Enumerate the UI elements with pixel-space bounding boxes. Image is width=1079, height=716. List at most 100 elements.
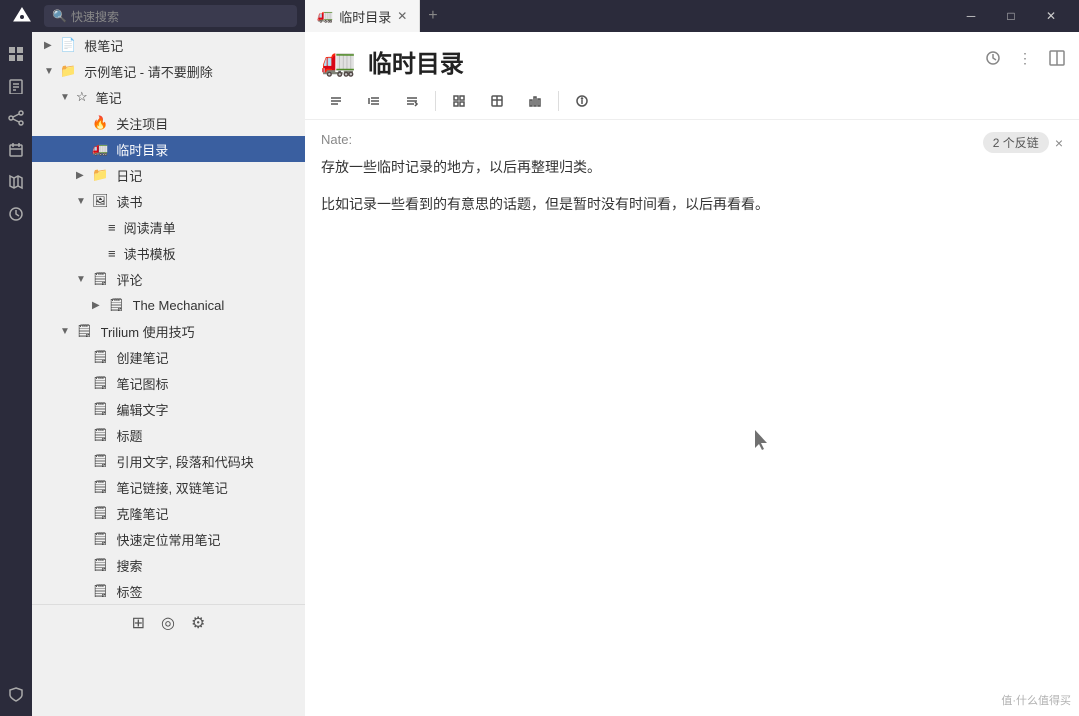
note-content[interactable]: 2 个反链 × Nate: 存放一些临时记录的地方，以后再整理归类。 比如记录一… <box>305 120 1079 716</box>
circle-icon[interactable]: ◎ <box>161 613 175 633</box>
sidebar-item-edittext[interactable]: 🗒 编辑文字 <box>32 396 305 422</box>
header-right-icons: ⋮ <box>979 32 1071 72</box>
tree-item-label: 笔记 <box>96 88 122 107</box>
tab-close-button[interactable]: ✕ <box>397 9 407 23</box>
tree-item-label: 创建笔记 <box>117 348 169 367</box>
tree-item-label: 标题 <box>117 426 143 445</box>
node-type-icon: 🚛 <box>92 141 108 157</box>
app-logo[interactable] <box>8 2 36 30</box>
node-type-icon: 🗒 <box>108 297 125 313</box>
tree-item-label: 笔记链接, 双链笔记 <box>117 478 228 497</box>
sidebar-item-temp[interactable]: 🚛 临时目录 <box>32 136 305 162</box>
tree-chevron: ▶ <box>44 40 56 51</box>
sidebar-item-root[interactable]: ▶ 📄 根笔记 <box>32 32 305 58</box>
node-type-icon: 🗒 <box>92 271 109 287</box>
sidebar-item-mechanical[interactable]: ▶ 🗒 The Mechanical <box>32 292 305 318</box>
tree-sidebar: ▶ 📄 根笔记 ▼ 📁 示例笔记 - 请不要删除 ▼ ☆ 笔记 🔥 关注项目 🚛… <box>32 32 305 716</box>
layers-icon[interactable]: ⊞ <box>132 613 145 633</box>
toolbar-btn-table[interactable] <box>482 87 512 115</box>
minimize-button[interactable]: ─ <box>951 0 991 32</box>
nav-home[interactable] <box>2 40 30 68</box>
close-button[interactable]: ✕ <box>1031 0 1071 32</box>
backlinks-close-button[interactable]: × <box>1055 135 1063 151</box>
note-body-line1: 存放一些临时记录的地方，以后再整理归类。 <box>321 155 1063 180</box>
search-box[interactable]: 🔍 快速搜索 <box>44 5 297 27</box>
search-icon: 🔍 <box>52 9 67 23</box>
sidebar-item-review[interactable]: ▼ 🗒 评论 <box>32 266 305 292</box>
tree-item-label: 阅读清单 <box>124 218 176 237</box>
nav-calendar[interactable] <box>2 136 30 164</box>
window-controls: ─ □ ✕ <box>943 0 1079 32</box>
sidebar-item-trilium[interactable]: ▼ 🗒 Trilium 使用技巧 <box>32 318 305 344</box>
sidebar-item-focus[interactable]: 🔥 关注项目 <box>32 110 305 136</box>
node-type-icon: 🔥 <box>92 115 108 131</box>
toolbar-btn-format[interactable] <box>444 87 474 115</box>
tree-item-label: 评论 <box>117 270 143 289</box>
tab-add-button[interactable]: + <box>420 7 445 25</box>
note-area: 🚛 临时目录 ⋮ <box>305 32 1079 716</box>
sidebar-item-reading[interactable]: ▼ 🖼 读书 <box>32 188 305 214</box>
nav-notes[interactable] <box>2 72 30 100</box>
node-type-icon: ≡ <box>108 246 116 261</box>
toolbar-btn-info[interactable] <box>567 87 597 115</box>
sidebar-item-readlist[interactable]: ≡ 阅读清单 <box>32 214 305 240</box>
cursor-indicator <box>755 430 771 452</box>
nav-history[interactable] <box>2 200 30 228</box>
tree-item-label: Trilium 使用技巧 <box>101 322 195 341</box>
node-type-icon: 🗒 <box>92 583 109 599</box>
node-type-icon: 🗒 <box>92 349 109 365</box>
sidebar-item-locate[interactable]: 🗒 快速定位常用笔记 <box>32 526 305 552</box>
tree-item-label: 克隆笔记 <box>117 504 169 523</box>
sidebar-item-links[interactable]: 🗒 笔记链接, 双链笔记 <box>32 474 305 500</box>
search-placeholder: 快速搜索 <box>71 8 119 25</box>
toolbar-btn-2[interactable] <box>359 87 389 115</box>
history-button[interactable] <box>979 44 1007 72</box>
nav-shield[interactable] <box>2 680 30 708</box>
toolbar-btn-chart[interactable] <box>520 87 550 115</box>
note-title: 临时目录 <box>368 44 464 79</box>
sidebar-item-quote[interactable]: 🗒 引用文字, 段落和代码块 <box>32 448 305 474</box>
node-type-icon: ≡ <box>108 220 116 235</box>
node-type-icon: 🗒 <box>92 453 109 469</box>
tree-item-label: 根笔记 <box>84 36 123 55</box>
sidebar-item-example[interactable]: ▼ 📁 示例笔记 - 请不要删除 <box>32 58 305 84</box>
tree-chevron: ▶ <box>92 300 104 311</box>
sidebar-item-diary[interactable]: ▶ 📁 日记 <box>32 162 305 188</box>
backlinks-pill[interactable]: 2 个反链 <box>983 132 1049 153</box>
sidebar-item-clone[interactable]: 🗒 克隆笔记 <box>32 500 305 526</box>
more-options-button[interactable]: ⋮ <box>1011 44 1039 72</box>
sidebar-item-tags[interactable]: 🗒 标签 <box>32 578 305 604</box>
node-type-icon: 🗒 <box>92 531 109 547</box>
nav-share[interactable] <box>2 104 30 132</box>
note-header: 🚛 临时目录 <box>305 32 480 83</box>
tree-item-label: 搜索 <box>117 556 143 575</box>
gear-icon[interactable]: ⚙ <box>191 613 205 633</box>
sidebar-item-notes[interactable]: ▼ ☆ 笔记 <box>32 84 305 110</box>
sidebar-item-search[interactable]: 🗒 搜索 <box>32 552 305 578</box>
sidebar-item-heading[interactable]: 🗒 标题 <box>32 422 305 448</box>
toolbar-btn-3[interactable] <box>397 87 427 115</box>
sidebar-item-create[interactable]: 🗒 创建笔记 <box>32 344 305 370</box>
tab-label: 临时目录 <box>339 7 391 26</box>
nav-map[interactable] <box>2 168 30 196</box>
main-tab[interactable]: 🚛 临时目录 ✕ <box>305 0 420 32</box>
maximize-button[interactable]: □ <box>991 0 1031 32</box>
tree-chevron: ▶ <box>76 170 88 181</box>
tree-item-label: 读书模板 <box>124 244 176 263</box>
node-type-icon: 🗒 <box>92 505 109 521</box>
tree-item-label: 笔记图标 <box>117 374 169 393</box>
sidebar-item-noteicon[interactable]: 🗒 笔记图标 <box>32 370 305 396</box>
toolbar-btn-1[interactable] <box>321 87 351 115</box>
backlinks-section: 2 个反链 × <box>983 132 1063 153</box>
note-nate-label: Nate: <box>321 132 1063 147</box>
tree-item-label: 标签 <box>117 582 143 601</box>
title-bar-left: 🔍 快速搜索 <box>0 2 305 30</box>
tree-item-label: 编辑文字 <box>117 400 169 419</box>
icon-strip <box>0 32 32 716</box>
node-type-icon: 📁 <box>92 167 108 183</box>
sidebar-item-readtemplate[interactable]: ≡ 读书模板 <box>32 240 305 266</box>
tab-bar: 🚛 临时目录 ✕ + <box>305 0 943 32</box>
split-view-button[interactable] <box>1043 44 1071 72</box>
tab-icon: 🚛 <box>317 8 333 24</box>
tree-chevron: ▼ <box>44 66 56 77</box>
